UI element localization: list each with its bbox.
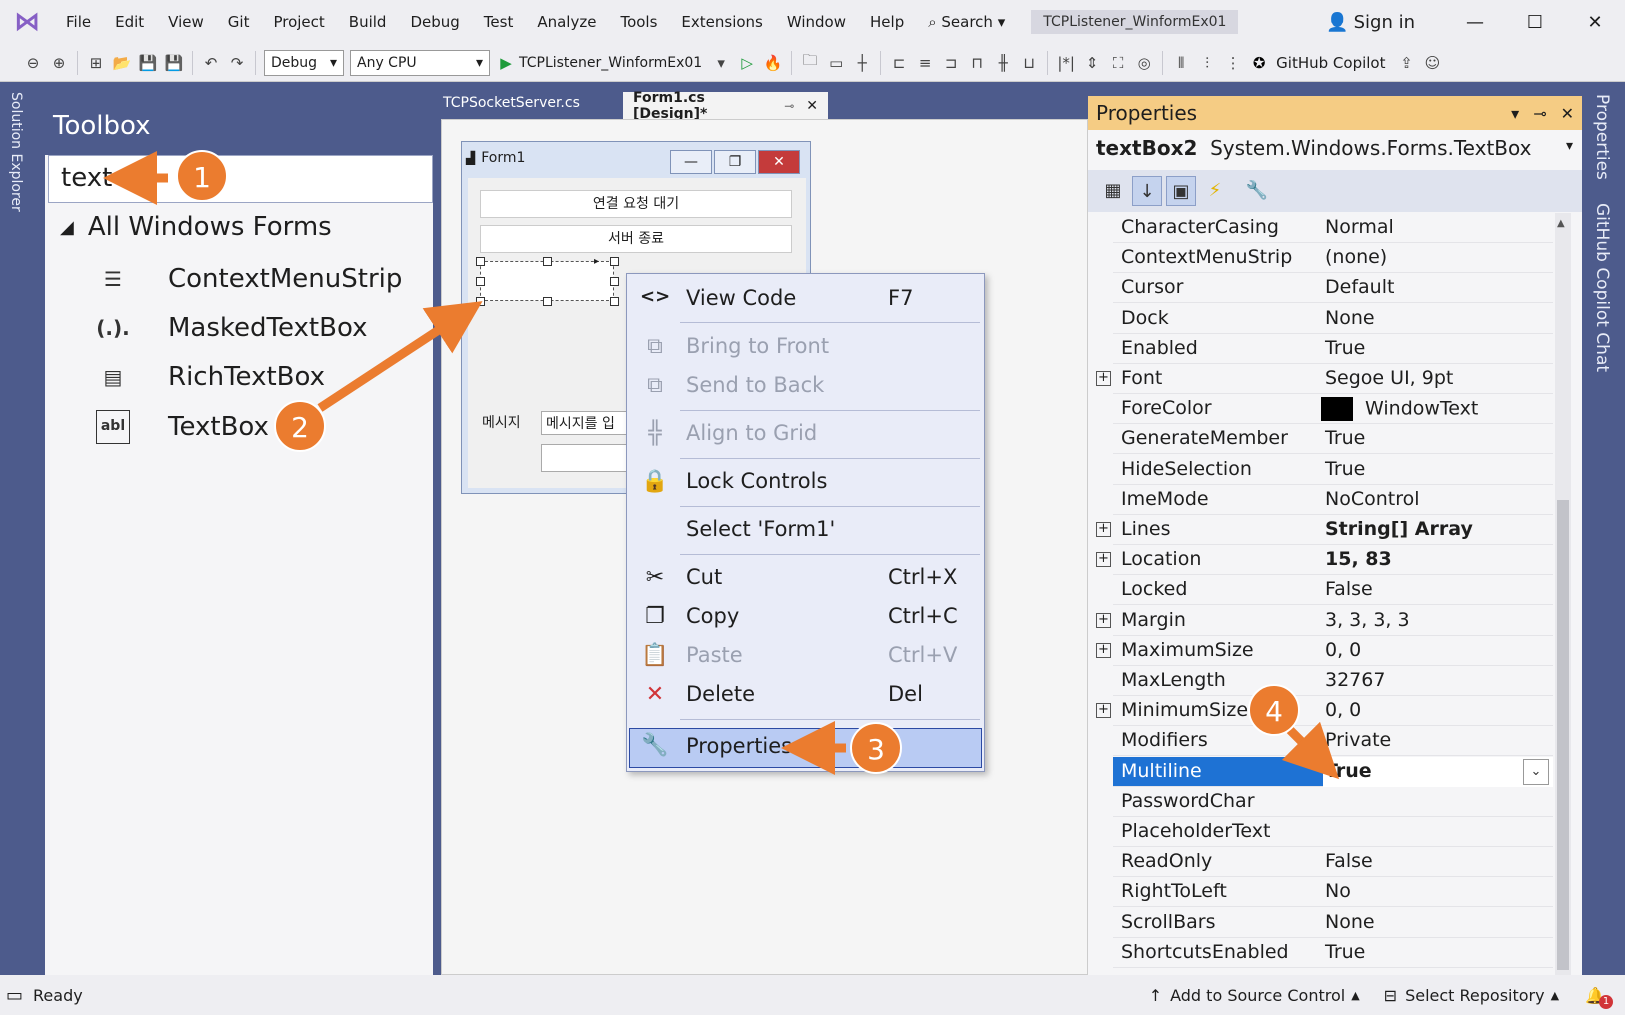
expand-icon[interactable]: + [1096,371,1111,386]
expand-icon[interactable]: + [1096,552,1111,568]
annotation-arrows [103,151,1340,780]
step-badge-3: 3 [850,722,902,774]
expand-icon[interactable]: + [1096,642,1111,658]
annotation-arrow-2 [317,301,483,412]
step-badge-4: 4 [1248,684,1300,736]
expand-icon[interactable]: + [1096,522,1111,537]
step-badge-1: 1 [176,150,228,202]
expand-icon[interactable]: + [1096,703,1111,719]
annotation-arrow-4 [1281,721,1340,780]
expand-icon[interactable]: + [1096,612,1111,628]
step-badge-2: 2 [274,400,326,452]
